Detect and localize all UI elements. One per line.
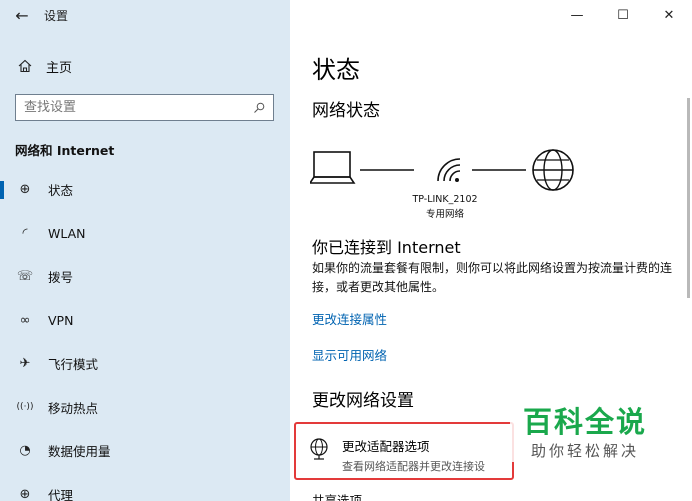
window-controls: — ☐ ✕ bbox=[554, 0, 692, 30]
sidebar-item-label: 数据使用量 bbox=[48, 444, 111, 460]
sidebar-item-status[interactable]: ⊕ 状态 bbox=[0, 168, 290, 212]
sidebar-item-label: VPN bbox=[48, 312, 74, 328]
arrow-left-icon: ← bbox=[15, 5, 29, 25]
sidebar-item-label: 飞行模式 bbox=[48, 357, 99, 373]
sidebar-nav: ⊕ 状态 ◜ WLAN ☏ 拨号 ∞ VPN ✈ 飞行模式 ((·)) 移动热点… bbox=[0, 168, 290, 501]
network-status-title: 网络状态 bbox=[312, 101, 380, 121]
dialup-icon: ☏ bbox=[16, 269, 34, 285]
sidebar: ← 设置 主页 网络和 Internet ⊕ 状态 ◜ WLAN ☏ 拨号 ∞ bbox=[0, 0, 290, 501]
proxy-icon: ⊕ bbox=[19, 486, 31, 501]
search-box[interactable] bbox=[15, 94, 274, 121]
sidebar-item-label: 拨号 bbox=[48, 270, 74, 286]
sidebar-item-label: WLAN bbox=[48, 225, 86, 241]
sharing-options-item[interactable]: 共享选项 bbox=[312, 490, 362, 501]
maximize-button[interactable]: ☐ bbox=[600, 0, 646, 30]
sidebar-item-data-usage[interactable]: ◔ 数据使用量 bbox=[0, 429, 290, 473]
sidebar-item-proxy[interactable]: ⊕ 代理 bbox=[0, 473, 290, 501]
scrollbar[interactable] bbox=[687, 98, 690, 298]
sidebar-item-label: 代理 bbox=[48, 487, 74, 501]
sidebar-item-hotspot[interactable]: ((·)) 移动热点 bbox=[0, 386, 290, 430]
close-icon: ✕ bbox=[663, 7, 675, 23]
globe-icon bbox=[532, 149, 574, 191]
sidebar-item-label: 主页 bbox=[46, 60, 73, 76]
adapter-description: 查看网络适配器并更改连接设 bbox=[342, 460, 485, 473]
section-title: 网络和 Internet bbox=[15, 143, 115, 158]
sidebar-item-airplane-mode[interactable]: ✈ 飞行模式 bbox=[0, 342, 290, 386]
wifi-icon: ◜ bbox=[22, 225, 28, 241]
home-icon bbox=[18, 59, 32, 73]
network-type: 专用网络 bbox=[425, 209, 464, 220]
connection-description: 如果你的流量套餐有限制，则你可以将此网络设置为按流量计费的连接，或者更改其他属性… bbox=[312, 261, 673, 294]
minimize-icon: — bbox=[570, 7, 584, 23]
page-title: 状态 bbox=[312, 56, 360, 84]
laptop-icon bbox=[310, 151, 356, 184]
airplane-icon: ✈ bbox=[19, 356, 31, 372]
sidebar-item-dialup[interactable]: ☏ 拨号 bbox=[0, 255, 290, 299]
adapter-text: 更改适配器选项 查看网络适配器并更改连接设 bbox=[342, 436, 485, 474]
data-usage-icon: ◔ bbox=[19, 443, 31, 459]
sidebar-item-label: 移动热点 bbox=[48, 400, 99, 416]
change-adapter-options-item[interactable]: 更改适配器选项 查看网络适配器并更改连接设 bbox=[294, 422, 514, 480]
network-name: TP-LINK_2102 bbox=[412, 194, 478, 205]
sidebar-item-label: 状态 bbox=[48, 183, 74, 199]
vpn-icon: ∞ bbox=[19, 312, 31, 328]
sidebar-item-wlan[interactable]: ◜ WLAN bbox=[0, 212, 290, 256]
globe-icon: ⊕ bbox=[19, 182, 31, 198]
sidebar-item-vpn[interactable]: ∞ VPN bbox=[0, 299, 290, 343]
search-icon[interactable] bbox=[253, 102, 265, 114]
watermark: 百科全说 助你轻松解决 bbox=[510, 404, 660, 462]
app-title: 设置 bbox=[44, 8, 69, 23]
minimize-button[interactable]: — bbox=[554, 0, 600, 30]
sidebar-item-home[interactable]: 主页 bbox=[0, 52, 290, 80]
watermark-title: 百科全说 bbox=[522, 405, 647, 439]
connection-status-title: 你已连接到 Internet bbox=[312, 238, 461, 257]
maximize-icon: ☐ bbox=[617, 7, 629, 23]
title-bar: ← 设置 bbox=[0, 0, 290, 30]
wifi-icon bbox=[437, 158, 461, 182]
show-available-networks-link[interactable]: 显示可用网络 bbox=[312, 345, 387, 364]
hotspot-icon: ((·)) bbox=[16, 402, 34, 413]
back-button[interactable]: ← bbox=[0, 0, 44, 30]
change-connection-properties-link[interactable]: 更改连接属性 bbox=[312, 309, 387, 328]
adapter-globe-icon bbox=[310, 438, 328, 460]
adapter-title: 更改适配器选项 bbox=[342, 439, 430, 454]
sharing-options-label: 共享选项 bbox=[312, 493, 363, 501]
change-network-settings-title: 更改网络设置 bbox=[312, 391, 414, 411]
search-input[interactable] bbox=[24, 100, 253, 115]
close-button[interactable]: ✕ bbox=[646, 0, 692, 30]
watermark-subtitle: 助你轻松解决 bbox=[530, 442, 639, 460]
